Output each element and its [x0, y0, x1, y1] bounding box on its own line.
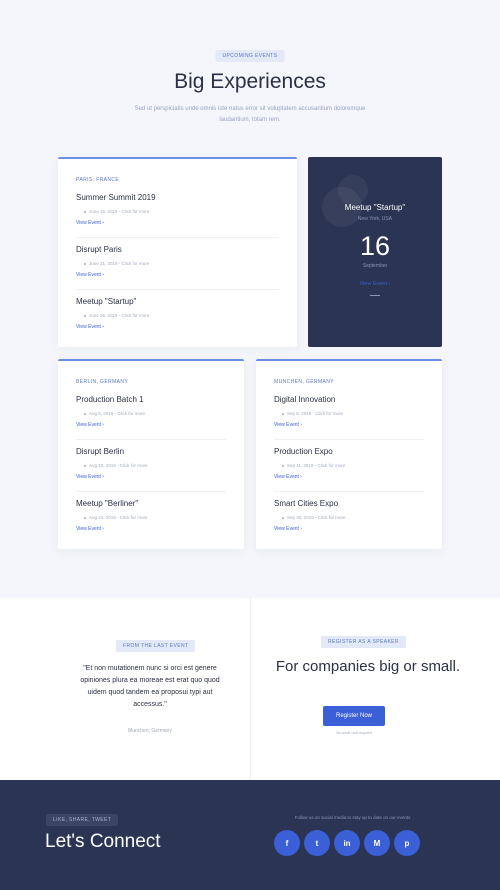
section-pill: UPCOMING EVENTS: [215, 50, 285, 62]
events-section: UPCOMING EVENTS Big Experiences Sed ut p…: [0, 0, 500, 598]
social-links: f t in M p: [274, 830, 420, 856]
view-event-link[interactable]: View Event ›: [76, 526, 148, 532]
event-name: Smart Cities Expo: [274, 499, 339, 508]
event-date: Aug 5, 2019 - Click for more: [84, 411, 145, 416]
footer-follow-text: Follow us on social media to stay up to …: [294, 815, 411, 820]
event-item: Digital Innovation Sep 6, 2019 - Click f…: [274, 395, 343, 428]
event-date: Aug 12, 2019 - Click for more: [84, 463, 148, 468]
divider: [76, 237, 279, 238]
footer-title: Let's Connect: [45, 831, 161, 852]
testimonial-author: Munchen, Germany: [128, 728, 172, 734]
view-event-link[interactable]: View Event ›: [76, 220, 156, 226]
register-now-button[interactable]: Register Now: [323, 706, 385, 726]
event-card-berlin: BERLIN, GERMANY Production Batch 1 Aug 5…: [58, 359, 244, 549]
bullet-icon: [282, 516, 284, 519]
divider: [250, 598, 251, 780]
view-event-link[interactable]: View Event ›: [76, 474, 148, 480]
divider: [76, 289, 279, 290]
event-name: Production Batch 1: [76, 395, 144, 404]
footer-pill: LIKE, SHARE, TWEET: [46, 814, 119, 826]
event-date: Aug 22, 2019 - Click for more: [84, 515, 148, 520]
divider: [370, 295, 380, 296]
medium-icon[interactable]: M: [364, 830, 390, 856]
cta-note: No credit card required: [336, 731, 372, 735]
event-item: Disrupt Berlin Aug 12, 2019 - Click for …: [76, 447, 148, 480]
linkedin-icon[interactable]: in: [334, 830, 360, 856]
bullet-icon: [84, 314, 86, 317]
event-name: Disrupt Berlin: [76, 447, 125, 456]
featured-title: Meetup "Startup": [344, 203, 406, 212]
card-location: PARIS, FRANCE: [76, 177, 120, 183]
bullet-icon: [84, 516, 86, 519]
view-event-link[interactable]: View Event ›: [274, 526, 346, 532]
featured-day: 16: [359, 231, 391, 261]
footer: LIKE, SHARE, TWEET Let's Connect Follow …: [0, 780, 500, 890]
divider: [76, 439, 226, 440]
event-card-munchen: MUNCHEN, GERMANY Digital Innovation Sep …: [256, 359, 442, 549]
event-date: Sep 11, 2019 - Click for more: [282, 463, 345, 468]
event-name: Production Expo: [274, 447, 333, 456]
view-event-link[interactable]: View Event ›: [76, 324, 149, 330]
pinterest-icon[interactable]: p: [394, 830, 420, 856]
event-name: Meetup "Berliner": [76, 499, 139, 508]
divider: [76, 491, 226, 492]
event-date: Sep 30, 2019 - Click for more: [282, 515, 346, 520]
bullet-icon: [84, 412, 86, 415]
view-event-link[interactable]: View Event ›: [76, 422, 145, 428]
event-name: Disrupt Paris: [76, 245, 122, 254]
featured-month: September: [362, 263, 388, 269]
bullet-icon: [84, 464, 86, 467]
event-card-paris: PARIS, FRANCE Summer Summit 2019 June 15…: [58, 157, 297, 347]
page-title: Big Experiences: [174, 70, 326, 93]
card-location: MUNCHEN, GERMANY: [274, 379, 335, 385]
event-item: Meetup "Startup" June 26, 2019 - Click f…: [76, 297, 149, 330]
event-date: June 15, 2019 - Click for more: [84, 209, 156, 214]
bullet-icon: [84, 262, 86, 265]
bullet-icon: [282, 464, 284, 467]
featured-view-link[interactable]: View Event ›: [308, 281, 442, 287]
testimonial-quote: "Et non mutationem nunc si orci est gene…: [80, 665, 220, 708]
divider: [274, 491, 424, 492]
page-subtitle: Sed ut perspiciatis unde omnis iste natu…: [134, 106, 366, 123]
featured-event-card[interactable]: Meetup "Startup" New York, USA 16 Septem…: [308, 157, 442, 347]
event-item: Smart Cities Expo Sep 30, 2019 - Click f…: [274, 499, 346, 532]
event-date: June 26, 2019 - Click for more: [84, 313, 149, 318]
view-event-link[interactable]: View Event ›: [76, 272, 149, 278]
twitter-icon[interactable]: t: [304, 830, 330, 856]
event-name: Summer Summit 2019: [76, 193, 156, 202]
divider: [274, 439, 424, 440]
event-name: Meetup "Startup": [76, 297, 137, 306]
view-event-link[interactable]: View Event ›: [274, 422, 343, 428]
event-item: Production Batch 1 Aug 5, 2019 - Click f…: [76, 395, 145, 428]
map-decoration: [338, 175, 368, 205]
facebook-icon[interactable]: f: [274, 830, 300, 856]
event-item: Disrupt Paris June 21, 2019 - Click for …: [76, 245, 149, 278]
cta-heading: For companies big or small.: [275, 658, 461, 675]
cta-pill: REGISTER AS A SPEAKER: [321, 636, 406, 648]
event-date: Sep 6, 2019 - Click for more: [282, 411, 343, 416]
testimonial-cta-section: FROM THE LAST EVENT "Et non mutationem n…: [0, 598, 500, 780]
bullet-icon: [84, 210, 86, 213]
bullet-icon: [282, 412, 284, 415]
testimonial-pill: FROM THE LAST EVENT: [116, 640, 196, 652]
event-item: Production Expo Sep 11, 2019 - Click for…: [274, 447, 345, 480]
featured-location: New York, USA: [357, 216, 393, 222]
event-name: Digital Innovation: [274, 395, 336, 404]
event-item: Meetup "Berliner" Aug 22, 2019 - Click f…: [76, 499, 148, 532]
event-item: Summer Summit 2019 June 15, 2019 - Click…: [76, 193, 156, 226]
view-event-link[interactable]: View Event ›: [274, 474, 345, 480]
event-date: June 21, 2019 - Click for more: [84, 261, 149, 266]
card-location: BERLIN, GERMANY: [76, 379, 129, 385]
